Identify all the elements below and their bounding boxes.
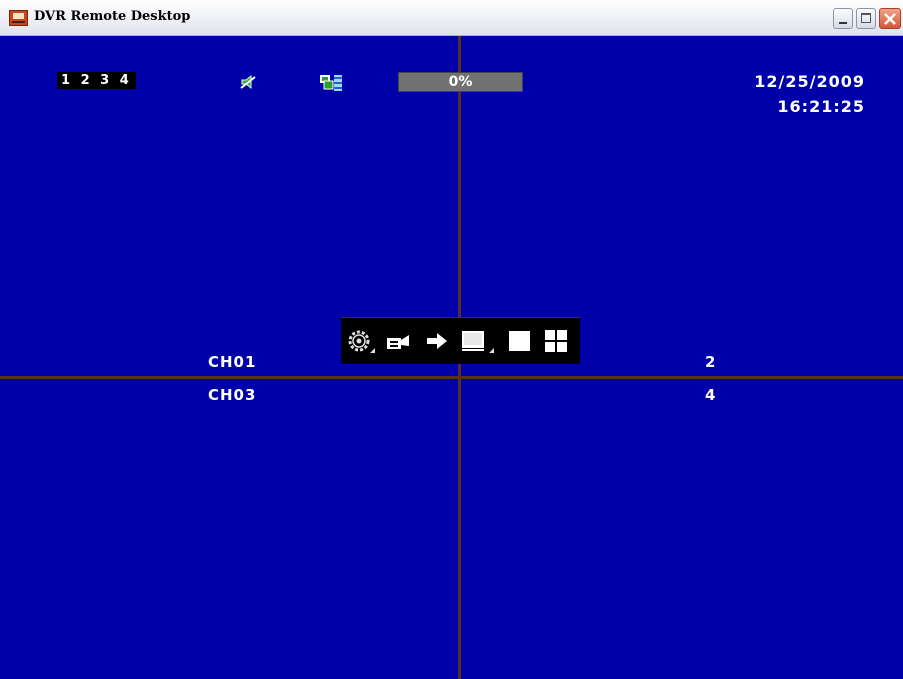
maximize-button[interactable] <box>856 8 876 29</box>
camera-icon <box>387 335 409 349</box>
arrow-right-icon <box>427 333 447 349</box>
camera-button[interactable] <box>381 318 417 364</box>
quad-divider-horizontal <box>0 376 903 379</box>
monitor-icon <box>462 331 494 353</box>
channel-3-label: CH03 <box>208 386 257 404</box>
channel-1-label: CH01 <box>208 353 257 371</box>
quad-view-button[interactable] <box>540 318 574 364</box>
window-title: DVR Remote Desktop <box>34 9 191 24</box>
progress-bar: 0% <box>398 72 523 92</box>
close-button[interactable] <box>879 8 901 29</box>
control-toolbar <box>341 317 580 364</box>
audio-mute-icon <box>240 74 256 90</box>
close-icon <box>884 13 896 25</box>
date-display: 12/25/2009 <box>754 72 865 91</box>
time-display: 16:21:25 <box>777 97 865 116</box>
single-view-button[interactable] <box>504 318 536 364</box>
channel-4-label: 4 <box>705 386 717 404</box>
minimize-button[interactable] <box>833 8 853 29</box>
quad-view-icon <box>545 330 567 352</box>
single-view-icon <box>509 331 530 351</box>
channel-2-label: 2 <box>705 353 717 371</box>
dvr-app-icon <box>9 10 28 26</box>
settings-menu-button[interactable] <box>342 318 380 364</box>
dvr-screen[interactable]: 1 2 3 4 0% 12/25/2009 16:21:25 CH01 2 CH… <box>0 36 903 679</box>
display-menu-button[interactable] <box>459 318 499 364</box>
gear-icon <box>348 330 375 353</box>
channel-indicator: 1 2 3 4 <box>57 72 136 89</box>
progress-percentage: 0% <box>448 74 473 90</box>
next-button[interactable] <box>421 318 455 364</box>
title-bar: DVR Remote Desktop <box>0 0 903 36</box>
record-status-icon <box>320 75 342 91</box>
